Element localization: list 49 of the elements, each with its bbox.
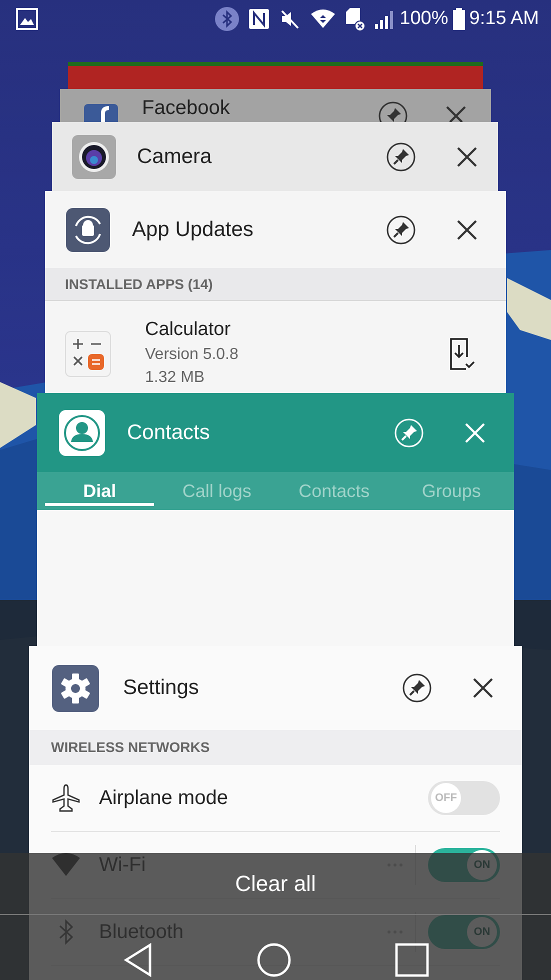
app-title: Settings — [123, 675, 200, 702]
camera-app-icon — [72, 135, 116, 179]
contacts-app-icon — [59, 410, 105, 456]
app-title: Facebook — [142, 98, 230, 118]
settings-app-icon — [52, 664, 99, 712]
section-header: INSTALLED APPS (14) — [65, 274, 213, 294]
app-icon — [84, 104, 118, 122]
setting-label: Airplane mode — [99, 788, 228, 808]
app-card[interactable]: Facebook — [60, 89, 491, 122]
pin-icon[interactable] — [386, 214, 416, 244]
tab[interactable]: Dial — [41, 472, 158, 510]
clock: 9:15 AM — [469, 6, 539, 31]
app-size: 1.32 MB — [145, 368, 206, 388]
pin-icon[interactable] — [378, 101, 408, 122]
back-icon[interactable] — [122, 943, 152, 977]
toggle-switch[interactable]: OFF — [428, 781, 500, 815]
app-title: App Updates — [132, 216, 254, 243]
signal-icon — [374, 8, 396, 30]
close-icon[interactable] — [456, 146, 478, 168]
close-icon[interactable] — [456, 218, 478, 240]
close-icon[interactable] — [445, 105, 467, 122]
install-icon[interactable] — [448, 337, 476, 371]
bluetooth-icon — [214, 7, 239, 31]
mute-icon — [278, 8, 301, 30]
calculator-icon — [65, 331, 111, 377]
settings-row[interactable]: Airplane mode OFF — [51, 765, 500, 832]
sd-card-icon — [344, 7, 365, 31]
pin-icon[interactable] — [386, 142, 416, 172]
app-title: Contacts — [127, 420, 211, 446]
app-updates-icon — [66, 208, 110, 252]
airplane-icon — [51, 783, 81, 813]
battery-icon — [453, 8, 466, 30]
app-title: Camera — [137, 144, 213, 170]
section-header: WIRELESS NETWORKS — [51, 738, 210, 757]
toggle-knob: OFF — [431, 783, 461, 813]
app-list-item[interactable]: Calculator Version 5.0.8 1.32 MB — [45, 301, 506, 389]
nfc-icon — [248, 8, 270, 30]
recents-icon[interactable] — [394, 943, 428, 977]
tab[interactable]: Groups — [392, 472, 510, 510]
pin-icon[interactable] — [402, 673, 432, 703]
app-name: Calculator — [145, 318, 232, 342]
tab[interactable]: Contacts — [276, 472, 393, 510]
app-version: Version 5.0.8 — [145, 345, 240, 365]
battery-percent: 100% — [400, 6, 448, 31]
tab[interactable]: Call logs — [158, 472, 276, 510]
home-icon[interactable] — [256, 943, 290, 977]
close-icon[interactable] — [472, 677, 494, 699]
wifi-icon — [310, 9, 336, 29]
image-icon — [16, 8, 38, 30]
